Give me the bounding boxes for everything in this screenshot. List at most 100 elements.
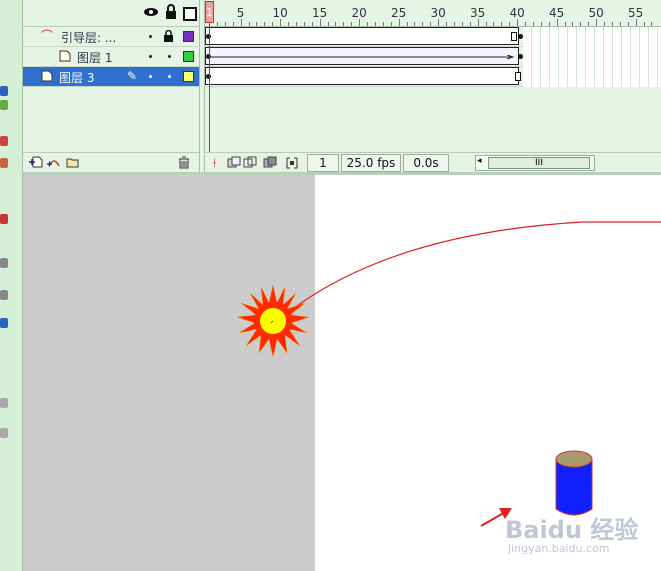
layer-row-guide[interactable]: ⌒ 引导层: ... <box>23 27 199 47</box>
end-frame-box[interactable] <box>515 72 521 81</box>
onion-outline-icon[interactable] <box>243 156 257 173</box>
watermark-url: jingyan.baidu.com <box>508 542 610 555</box>
ruler-tick <box>572 22 574 26</box>
watermark-brand: Baidu 经验 <box>505 516 639 544</box>
layer-row-3[interactable]: 图层 3 ✎ <box>23 67 199 87</box>
ruler-tick <box>509 22 511 26</box>
tool-icon[interactable] <box>0 158 8 168</box>
tool-icon[interactable] <box>0 290 8 300</box>
frame-ruler[interactable]: 5 10 15 20 25 30 35 40 45 50 55 <box>205 0 661 27</box>
outline-icon[interactable] <box>183 7 197 21</box>
ruler-tick <box>619 22 621 26</box>
frame-span <box>205 67 519 85</box>
ruler-tick <box>651 22 653 26</box>
ruler-tick <box>303 22 305 26</box>
tool-icon[interactable] <box>0 214 8 224</box>
ruler-tick <box>390 22 392 26</box>
trash-icon[interactable] <box>177 156 191 169</box>
tools-panel <box>0 0 23 571</box>
add-folder-icon[interactable] <box>65 156 79 169</box>
ruler-tick <box>319 19 321 26</box>
ruler-tick <box>422 22 424 26</box>
ruler-tick <box>485 22 487 26</box>
ruler-tick <box>288 22 289 26</box>
scroll-thumb[interactable]: III <box>488 157 590 169</box>
scroll-left-icon[interactable]: ◂ <box>477 156 482 166</box>
tween-arrow-icon <box>211 55 515 59</box>
ruler-tick <box>351 22 353 26</box>
ruler-tick <box>264 22 266 26</box>
ruler-tick <box>461 22 463 26</box>
ruler-tick <box>256 22 258 26</box>
add-guide-layer-icon[interactable] <box>47 156 61 169</box>
ruler-tick <box>343 22 345 26</box>
center-frame-icon[interactable]: ⍿ <box>213 156 216 171</box>
timeline-status-bar: ⍿ 1 25.0 fps 0.0s ◂ III <box>205 152 661 173</box>
add-layer-icon[interactable] <box>29 156 43 169</box>
ruler-tick <box>627 22 629 26</box>
ruler-number: 40 <box>509 6 525 20</box>
frames-area[interactable]: 5 10 15 20 25 30 35 40 45 50 55 1 <box>205 0 661 152</box>
onion-skin-icon[interactable] <box>227 156 241 173</box>
ruler-tick <box>382 22 384 26</box>
modify-onion-markers-icon[interactable] <box>285 156 299 173</box>
tool-icon[interactable] <box>0 318 8 328</box>
visibility-dot[interactable] <box>149 75 152 78</box>
lock-dot[interactable] <box>168 75 171 78</box>
ruler-number: 5 <box>236 6 245 20</box>
edit-multiple-frames-icon[interactable] <box>263 156 277 173</box>
ruler-tick <box>477 19 479 26</box>
ruler-tick <box>272 22 274 26</box>
frame-span <box>205 27 519 45</box>
eye-icon[interactable] <box>143 4 159 20</box>
ruler-number: 30 <box>430 6 446 20</box>
elapsed-time-field: 0.0s <box>403 154 449 172</box>
layer-row-1[interactable]: 图层 1 <box>23 47 199 67</box>
tool-icon[interactable] <box>0 258 8 268</box>
layer-color-swatch[interactable] <box>183 71 194 82</box>
ruler-tick <box>501 22 503 26</box>
lock-icon[interactable] <box>163 4 179 20</box>
frame-rate-field[interactable]: 25.0 fps <box>341 154 401 172</box>
ruler-tick <box>635 19 637 26</box>
current-frame-field[interactable]: 1 <box>307 154 339 172</box>
lock-icon[interactable] <box>163 29 174 45</box>
timeline-panel: ⌒ 引导层: ... 图层 1 图层 3 ✎ 5 10 15 20 25 30 … <box>23 0 661 173</box>
tool-icon[interactable] <box>0 86 8 96</box>
ruler-tick <box>525 22 526 26</box>
layer-color-swatch[interactable] <box>183 51 194 62</box>
ruler-tick <box>611 22 613 26</box>
playhead[interactable]: 1 <box>205 1 214 23</box>
ruler-tick <box>564 22 566 26</box>
ruler-tick <box>517 19 519 26</box>
tool-icon[interactable] <box>0 428 8 438</box>
empty-frame-grid[interactable] <box>523 27 661 87</box>
pencil-icon: ✎ <box>127 69 138 83</box>
ruler-tick <box>367 22 368 26</box>
layer-color-swatch[interactable] <box>183 31 194 42</box>
tool-icon[interactable] <box>0 136 8 146</box>
ruler-number: 10 <box>272 6 288 20</box>
tool-icon[interactable] <box>0 398 8 408</box>
ruler-tick <box>453 22 455 26</box>
visibility-dot[interactable] <box>149 35 152 38</box>
ruler-number: 50 <box>588 6 604 20</box>
ruler-number: 35 <box>469 6 486 20</box>
timeline-scrollbar[interactable]: ◂ III <box>475 155 595 171</box>
ruler-number: 20 <box>351 6 367 20</box>
ruler-number: 45 <box>548 6 565 20</box>
motion-guide-path <box>274 221 661 324</box>
cylinder-symbol <box>555 450 593 516</box>
layer-icon <box>59 50 71 64</box>
tool-icon[interactable] <box>0 100 8 110</box>
playhead-line <box>209 24 210 152</box>
ruler-tick <box>240 19 242 26</box>
visibility-dot[interactable] <box>149 55 152 58</box>
layer-header <box>23 0 199 27</box>
end-frame-box[interactable] <box>511 32 517 41</box>
layer-footer <box>23 152 199 173</box>
layer-name: 图层 1 <box>77 51 113 65</box>
lock-dot[interactable] <box>168 55 171 58</box>
ruler-tick <box>295 22 297 26</box>
ruler-tick <box>359 19 361 26</box>
